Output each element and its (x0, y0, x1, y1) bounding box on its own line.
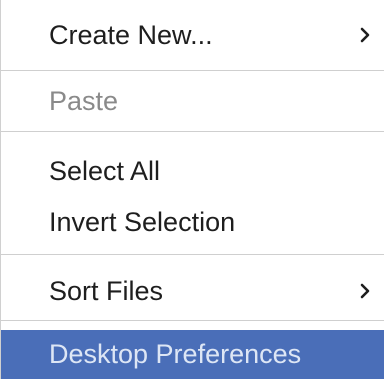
menu-separator (1, 320, 384, 321)
menu-item-label: Desktop Preferences (49, 339, 302, 369)
desktop-context-menu: Create New... Paste Select All Invert Se… (0, 0, 384, 379)
menu-item-sort-files[interactable]: Sort Files (1, 262, 384, 320)
chevron-right-icon (360, 27, 370, 43)
menu-separator (1, 131, 384, 132)
menu-item-label: Select All (49, 155, 161, 186)
menu-item-label: Create New... (49, 19, 213, 50)
menu-item-desktop-preferences[interactable]: Desktop Preferences (1, 330, 384, 379)
chevron-right-icon (360, 283, 370, 299)
menu-item-select-all[interactable]: Select All (1, 145, 384, 197)
menu-separator (1, 254, 384, 255)
menu-item-invert-selection[interactable]: Invert Selection (1, 197, 384, 247)
menu-item-label: Invert Selection (49, 206, 236, 237)
menu-item-create-new[interactable]: Create New... (1, 0, 384, 70)
menu-item-label: Sort Files (49, 275, 164, 306)
menu-item-paste: Paste (1, 71, 384, 131)
menu-item-label: Paste (49, 85, 119, 116)
